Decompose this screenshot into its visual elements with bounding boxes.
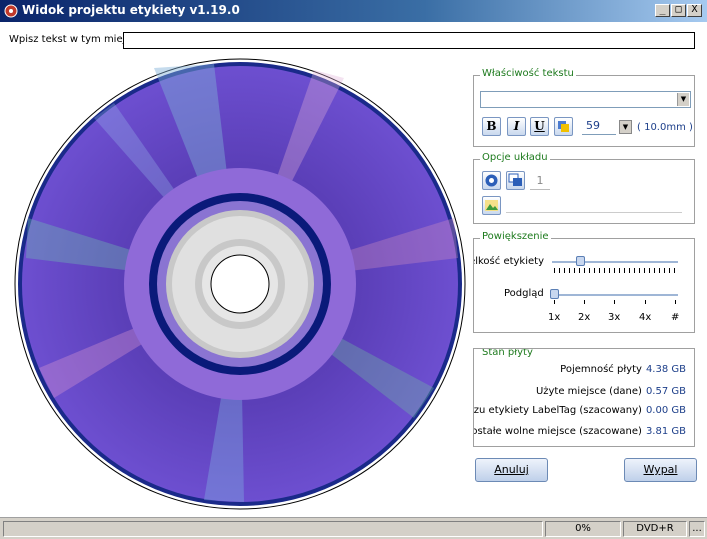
chevron-down-icon: ▼ <box>622 123 629 131</box>
preview-slider-thumb[interactable] <box>550 289 559 299</box>
disc-image <box>14 58 466 510</box>
label-size-slider[interactable] <box>552 256 678 266</box>
status-progress: 0% <box>545 521 621 537</box>
stat-labeltag-label: Rozmiar obrazu etykiety LabelTag (szacow… <box>473 405 642 416</box>
image-path-field[interactable] <box>506 212 682 213</box>
title-bar: Widok projektu etykiety v1.19.0 _ □ X <box>0 0 707 22</box>
status-message <box>3 521 543 537</box>
stat-labeltag: Rozmiar obrazu etykiety LabelTag (szacow… <box>473 405 686 416</box>
zoom-title: Powiększenie <box>480 231 551 242</box>
stat-capacity: Pojemność płyty 4.38 GB <box>560 364 686 375</box>
stat-free-value: 3.81 GB <box>645 426 686 437</box>
preview-slider[interactable] <box>550 289 678 299</box>
zoom-tick-fit: # <box>671 312 680 323</box>
text-input-row: Wpisz tekst w tym miejscu <box>0 31 707 51</box>
stat-used: Użyte miejsce (dane) 0.57 GB <box>536 386 686 397</box>
copies-count-input[interactable]: 1 <box>530 174 550 190</box>
image-icon <box>485 200 498 211</box>
stat-free-label: Pozostałe wolne miejsce (szacowane) <box>473 426 642 437</box>
label-size-ticks <box>554 268 678 273</box>
layout-options-title: Opcje układu <box>480 152 550 163</box>
window-title: Widok projektu etykiety v1.19.0 <box>22 3 240 17</box>
chevron-down-icon: ▼ <box>677 93 689 106</box>
status-extra: ... <box>689 521 705 537</box>
font-size-dropdown[interactable]: ▼ <box>619 120 632 134</box>
status-bar: 0% DVD+R ... <box>0 517 707 539</box>
font-size-mm: ( 10.0mm ) <box>637 122 693 133</box>
circular-layout-button[interactable] <box>482 171 501 190</box>
disc-status-group: Stan płyty Pojemność płyty 4.38 GB Użyte … <box>473 348 695 447</box>
stat-capacity-value: 4.38 GB <box>645 364 686 375</box>
label-size-label: Wielkość etykiety <box>474 256 544 267</box>
label-size-slider-thumb[interactable] <box>576 256 585 266</box>
stat-used-label: Użyte miejsce (dane) <box>535 386 642 397</box>
close-button[interactable]: X <box>687 4 702 17</box>
preview-ticks <box>554 300 678 305</box>
stat-used-value: 0.57 GB <box>645 386 686 397</box>
zoom-tick-4x: 4x <box>639 312 652 323</box>
color-swatch-icon <box>558 121 569 132</box>
copies-icon <box>508 173 522 186</box>
circle-layout-icon <box>485 174 498 187</box>
zoom-tick-3x: 3x <box>608 312 621 323</box>
burn-button[interactable]: Wypal <box>624 458 697 482</box>
bold-button[interactable]: B <box>482 117 501 136</box>
app-icon <box>4 4 18 18</box>
stat-capacity-label: Pojemność płyty <box>560 364 642 375</box>
text-properties-title: Właściwość tekstu <box>480 68 576 79</box>
text-color-button[interactable] <box>554 117 573 136</box>
font-dropdown[interactable]: ▼ <box>480 91 691 108</box>
status-media-type: DVD+R <box>623 521 687 537</box>
zoom-group: Powiększenie Wielkość etykiety Podgląd 1… <box>473 231 695 333</box>
label-text-input[interactable] <box>123 32 695 49</box>
font-size-input[interactable]: 59 <box>582 119 616 135</box>
disc-preview[interactable] <box>14 58 466 510</box>
cancel-button[interactable]: Anuluj <box>475 458 548 482</box>
zoom-tick-1x: 1x <box>548 312 561 323</box>
italic-button[interactable]: I <box>507 117 526 136</box>
maximize-button[interactable]: □ <box>671 4 686 17</box>
minimize-button[interactable]: _ <box>655 4 670 17</box>
text-input-label: Wpisz tekst w tym miejscu <box>9 34 123 45</box>
underline-button[interactable]: U <box>530 117 549 136</box>
insert-image-button[interactable] <box>482 196 501 215</box>
copies-layout-button[interactable] <box>506 171 525 190</box>
preview-label: Podgląd <box>504 288 544 299</box>
zoom-tick-2x: 2x <box>578 312 591 323</box>
disc-status-title: Stan płyty <box>480 348 535 358</box>
text-properties-group: Właściwość tekstu ▼ B I U 59 ▼ ( 10.0mm … <box>473 68 695 147</box>
stat-labeltag-value: 0.00 GB <box>645 405 686 416</box>
stat-free: Pozostałe wolne miejsce (szacowane) 3.81 … <box>473 426 686 437</box>
layout-options-group: Opcje układu 1 <box>473 152 695 224</box>
